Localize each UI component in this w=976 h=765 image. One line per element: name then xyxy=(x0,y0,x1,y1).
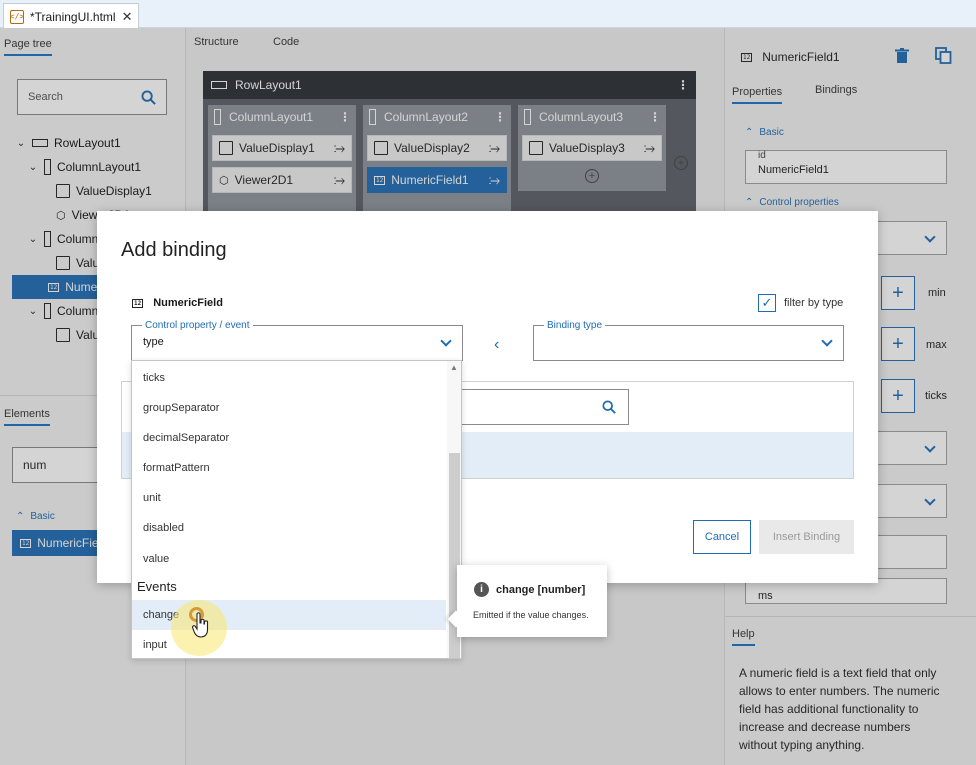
editor-tab-bar: </> *TrainingUI.html ✕ xyxy=(0,0,976,29)
tooltip-text: Emitted if the value changes. xyxy=(473,610,589,620)
cursor-icon xyxy=(192,612,209,638)
insert-binding-button[interactable]: Insert Binding xyxy=(759,520,854,554)
numeric-field-icon: 12 xyxy=(132,298,144,308)
info-icon: i xyxy=(474,582,489,597)
chevron-down-icon xyxy=(440,335,452,347)
filter-by-type[interactable]: ✓ filter by type xyxy=(758,294,843,312)
dropdown-item-formatpattern[interactable]: formatPattern xyxy=(132,453,446,483)
dropdown-item-disabled[interactable]: disabled xyxy=(132,513,446,543)
event-tooltip: i change [number] Emitted if the value c… xyxy=(457,565,607,637)
scroll-up-icon[interactable]: ▲ xyxy=(450,363,458,372)
file-tab-label: *TrainingUI.html xyxy=(30,9,116,24)
component-name: NumericField xyxy=(153,297,223,309)
binding-type-select[interactable]: Binding type xyxy=(533,320,844,361)
control-property-value: type xyxy=(143,336,164,348)
cancel-button[interactable]: Cancel xyxy=(693,520,751,554)
file-tab[interactable]: </> *TrainingUI.html ✕ xyxy=(3,3,139,29)
dropdown-item-groupseparator[interactable]: groupSeparator xyxy=(132,393,446,423)
binding-type-label: Binding type xyxy=(544,320,606,331)
dropdown-group-events: Events xyxy=(137,579,177,594)
html-file-icon: </> xyxy=(10,9,24,24)
dropdown-item-ticks[interactable]: ticks xyxy=(132,363,446,393)
checkbox-icon[interactable]: ✓ xyxy=(758,294,776,312)
chevron-down-icon xyxy=(821,335,833,347)
control-property-label: Control property / event xyxy=(142,320,253,331)
dialog-title: Add binding xyxy=(121,239,227,261)
search-icon[interactable] xyxy=(602,400,616,414)
close-icon[interactable]: ✕ xyxy=(122,9,133,25)
control-property-select[interactable]: Control property / event type xyxy=(131,320,463,361)
binding-target-search[interactable] xyxy=(442,389,629,425)
filter-label: filter by type xyxy=(784,297,844,309)
dropdown-item-unit[interactable]: unit xyxy=(132,483,446,513)
dropdown-item-value[interactable]: value xyxy=(132,544,446,574)
dropdown-item-decimalseparator[interactable]: decimalSeparator xyxy=(132,423,446,453)
tooltip-title: change [number] xyxy=(496,583,586,596)
chevron-left-icon[interactable]: ‹ xyxy=(494,336,499,354)
